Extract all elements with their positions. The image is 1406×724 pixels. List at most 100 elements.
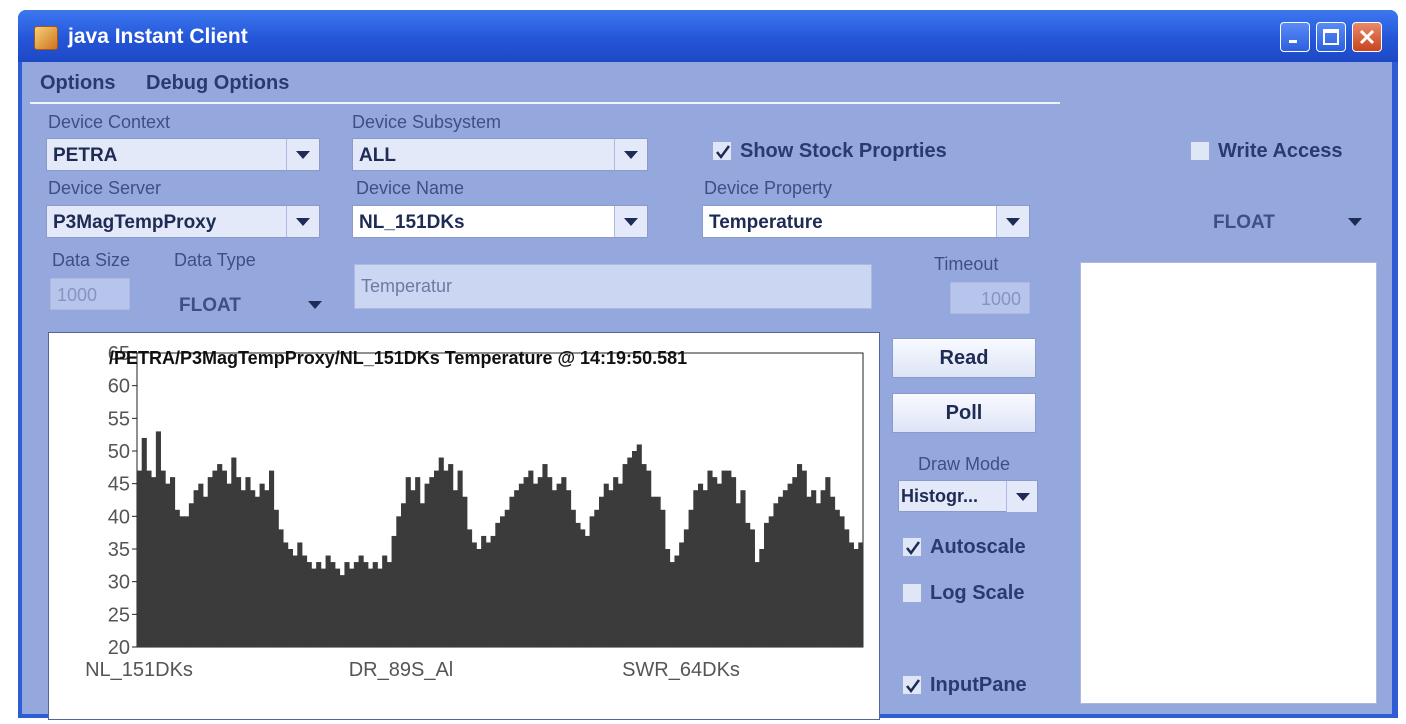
device-property-combo[interactable]: Temperature [702,205,1030,238]
title-bar[interactable]: java Instant Client [18,10,1398,62]
histogram-bar [434,470,440,647]
histogram-bar [660,509,666,647]
histogram-bar [382,555,388,647]
histogram-bar [740,490,746,647]
chevron-down-icon[interactable] [286,206,319,237]
histogram-bar [198,483,204,647]
histogram-bar [146,470,152,647]
menu-debug-options[interactable]: Debug Options [146,72,289,95]
data-type-value: FLOAT [179,295,241,316]
description-field[interactable]: Temperatur [354,264,872,309]
histogram-bar [797,464,803,647]
histogram-bar [391,535,397,647]
device-name-value: NL_151DKs [359,212,465,233]
device-context-combo[interactable]: PETRA [46,138,320,171]
histogram-bar [773,503,779,647]
checkmark-icon [906,541,921,556]
histogram-bar [424,483,430,647]
histogram-bar [240,490,246,647]
read-button[interactable]: Read [892,338,1036,378]
value-list[interactable] [1080,262,1377,704]
input-pane-label: InputPane [930,674,1027,696]
histogram-bar [254,496,260,647]
histogram-bar [726,470,732,647]
app-window: java Instant Client Options Debug Option… [18,10,1398,720]
checkmark-icon [716,145,731,160]
y-tick-label: 45 [108,474,130,496]
histogram-bar [155,431,161,647]
poll-button[interactable]: Poll [892,393,1036,433]
histogram-bar [335,568,341,647]
histogram-bar [683,529,689,647]
chevron-down-icon[interactable] [286,139,319,170]
histogram-bar [405,477,411,647]
histogram-bar [669,562,675,647]
checkbox-box[interactable] [1190,141,1210,161]
histogram-bar [339,575,345,647]
timeout-field[interactable]: 1000 [950,282,1030,314]
checkbox-box[interactable] [902,537,922,557]
histogram-bar [547,477,553,647]
histogram-bar [782,490,788,647]
chevron-down-icon[interactable] [996,206,1029,237]
histogram-bar [292,555,298,647]
draw-mode-combo[interactable]: Histogr... [898,480,1038,512]
chevron-down-icon[interactable] [1006,481,1037,512]
histogram-bar [792,477,798,647]
device-server-combo[interactable]: P3MagTempProxy [46,205,320,238]
menu-options[interactable]: Options [40,72,116,95]
device-property-value: Temperature [709,212,823,233]
histogram-bar [311,568,317,647]
chevron-down-icon[interactable] [614,139,647,170]
histogram-bar [495,522,501,647]
histogram-bar [302,555,308,647]
histogram-bar [368,568,374,647]
histogram-bar [617,483,623,647]
histogram-bar [438,457,444,647]
maximize-button[interactable] [1316,22,1346,52]
data-size-field[interactable]: 1000 [50,278,130,310]
y-tick-label: 40 [108,506,130,528]
histogram-bar [358,555,364,647]
histogram-bar [471,542,477,647]
device-subsystem-combo[interactable]: ALL [352,138,648,171]
minimize-button[interactable] [1280,22,1310,52]
histogram-bar [655,496,661,647]
description-value: Temperatur [361,276,453,296]
checkbox-box[interactable] [902,675,922,695]
histogram-bar [193,490,199,647]
histogram-bar [749,529,755,647]
client-area: Options Debug Options Device Context PET… [22,62,1392,720]
histogram-bar [815,503,821,647]
chevron-down-icon[interactable] [1339,206,1371,237]
checkbox-box[interactable] [902,583,922,603]
histogram-bar [462,496,468,647]
histogram-bar [754,562,760,647]
chart-title: /PETRA/P3MagTempProxy/NL_151DKs Temperat… [109,348,687,368]
histogram-bar [269,470,275,647]
device-server-value: P3MagTempProxy [53,212,217,233]
temperature-histogram: 20253035404550556065 NL_151DKs DR_89S_Al S… [85,343,864,681]
data-type-combo[interactable]: FLOAT [172,288,332,321]
chevron-down-icon[interactable] [614,206,647,237]
histogram-bar [698,483,704,647]
histogram-bar [504,509,510,647]
histogram-bar [217,464,223,647]
histogram-bar [485,542,491,647]
histogram-bar [287,549,293,647]
chevron-down-icon[interactable] [299,289,331,320]
histogram-bar [731,477,737,647]
histogram-bar [325,555,331,647]
histogram-bar [613,477,619,647]
device-name-combo[interactable]: NL_151DKs [352,205,648,238]
window-title: java Instant Client [68,25,248,48]
histogram-bar [608,490,614,647]
histogram-bar [137,470,143,647]
right-type-combo[interactable]: FLOAT [1206,205,1372,238]
histogram-bar [599,496,605,647]
device-context-label: Device Context [48,112,171,132]
histogram-bar [853,549,859,647]
checkbox-box[interactable] [712,141,732,161]
histogram-bar [476,549,482,647]
close-button[interactable] [1352,22,1382,52]
